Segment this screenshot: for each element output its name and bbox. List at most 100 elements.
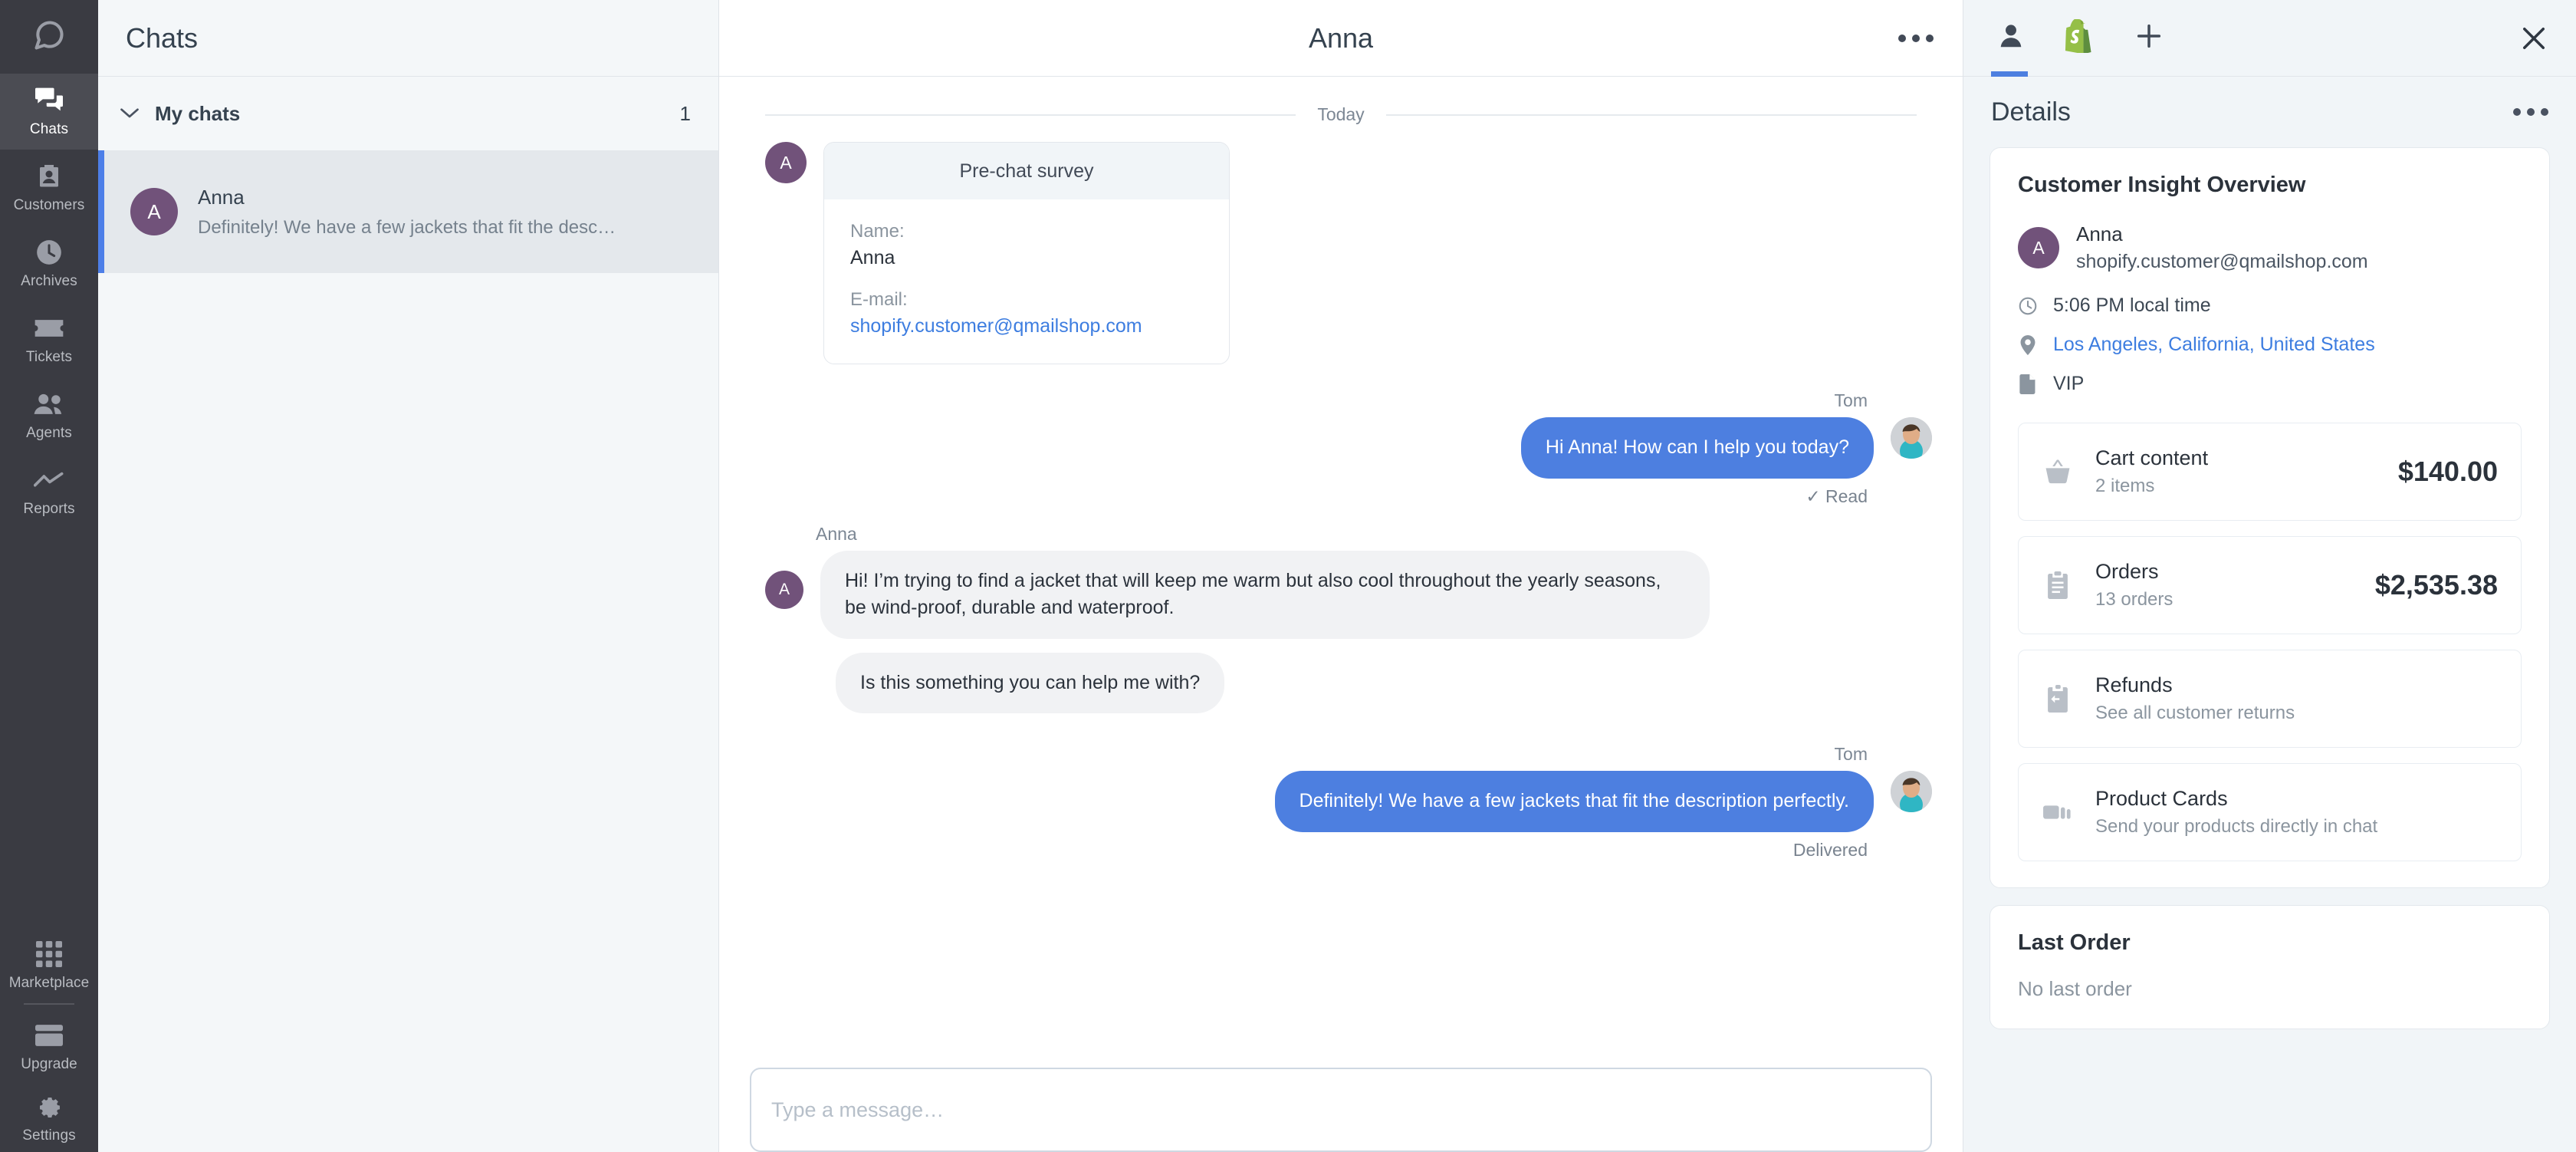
tile-text: Cart content 2 items <box>2095 446 2377 497</box>
sidebar-item-tickets[interactable]: Tickets <box>0 301 98 377</box>
sidebar-item-marketplace[interactable]: Marketplace <box>0 928 98 1002</box>
customer-insight-card: Customer Insight Overview A Anna shopify… <box>1990 147 2550 888</box>
location-row: Los Angeles, California, United States <box>2018 334 2522 356</box>
card-icon <box>35 1020 63 1051</box>
location-pin-icon <box>2018 334 2038 355</box>
sidebar-item-chats[interactable]: Chats <box>0 74 98 150</box>
chevron-down-icon[interactable] <box>120 108 140 119</box>
message-sender: Tom <box>1834 390 1868 410</box>
plus-icon <box>2134 21 2164 55</box>
tile-value: $2,535.38 <box>2374 569 2498 601</box>
customers-icon <box>34 161 64 192</box>
ticket-icon <box>34 313 64 344</box>
gear-icon <box>35 1091 63 1122</box>
chat-section-count: 1 <box>679 101 691 125</box>
clipboard-icon <box>2042 571 2074 599</box>
tag-row: VIP <box>2018 373 2522 395</box>
last-order-body-wrap: Last Order No last order <box>1990 906 2549 1029</box>
message-group-out-2: Tom Definitely! We have a few jackets th… <box>750 744 1932 861</box>
customer-name: Anna <box>2076 222 2123 245</box>
sidebar-item-label: Archives <box>21 273 77 289</box>
chat-section-header[interactable]: My chats 1 <box>98 77 718 150</box>
list-item[interactable]: A Anna Definitely! We have a few jackets… <box>98 150 718 273</box>
chat-row-name: Anna <box>198 185 245 209</box>
avatar: A <box>765 142 807 183</box>
tab-add-integration[interactable] <box>2128 0 2170 77</box>
day-divider: Today <box>765 104 1917 125</box>
message-receipt: ✓ Read <box>1806 485 1868 506</box>
avatar: A <box>765 570 803 609</box>
divider-line <box>765 114 1296 116</box>
avatar <box>1891 771 1932 812</box>
tab-customer-details[interactable] <box>1990 0 2032 77</box>
close-icon[interactable] <box>2518 22 2550 54</box>
sidebar-item-upgrade[interactable]: Upgrade <box>0 1009 98 1083</box>
local-time-value: 5:06 PM local time <box>2053 295 2211 316</box>
cards-icon <box>2042 801 2074 824</box>
customer-email: shopify.customer@qmailshop.com <box>2076 251 2368 272</box>
app-logo[interactable] <box>0 0 98 74</box>
more-horizontal-icon[interactable] <box>2513 108 2548 116</box>
message-group-out-1: Tom Hi Anna! How can I help you today? ✓… <box>750 390 1932 507</box>
message-input[interactable] <box>771 1098 1911 1122</box>
message-bubble: Definitely! We have a few jackets that f… <box>1274 771 1874 832</box>
sidebar-item-label: Agents <box>26 425 72 441</box>
message-receipt: Delivered <box>1792 839 1868 860</box>
message-row-survey: A Pre-chat survey Name: Anna E-mail: sho… <box>765 142 1932 364</box>
message-row: A Hi! I’m trying to find a jacket that w… <box>765 550 1932 639</box>
chats-icon <box>34 85 64 116</box>
tag-value: VIP <box>2053 373 2085 394</box>
sidebar-item-label: Customers <box>13 197 85 213</box>
nav-item-list: Chats Customers Archives Tickets Agents … <box>0 74 98 529</box>
message-bubble: Hi! I’m trying to find a jacket that wil… <box>820 550 1710 639</box>
tile-product-cards[interactable]: Product Cards Send your products directl… <box>2018 763 2522 861</box>
clock-icon <box>34 237 64 268</box>
sidebar-item-label: Settings <box>22 1127 76 1144</box>
message-row: Is this something you can help me with? <box>836 652 1932 713</box>
message-sender: Anna <box>816 523 857 544</box>
page-title: Chats <box>126 21 199 54</box>
app-root: Chats Customers Archives Tickets Agents … <box>0 0 2576 1152</box>
agents-icon <box>33 389 65 420</box>
tile-sub: 13 orders <box>2095 589 2174 610</box>
sidebar-item-label: Tickets <box>25 349 73 365</box>
conversation-title: Anna <box>1308 21 1374 54</box>
card-title: Last Order <box>2018 930 2131 955</box>
tile-sub: See all customer returns <box>2095 703 2295 723</box>
avatar: A <box>130 188 178 235</box>
tab-shopify[interactable] <box>2058 0 2101 77</box>
location-value[interactable]: Los Angeles, California, United States <box>2053 334 2375 356</box>
sidebar-item-reports[interactable]: Reports <box>0 453 98 529</box>
sidebar-item-settings[interactable]: Settings <box>0 1083 98 1152</box>
customer-insight-body: Customer Insight Overview A Anna shopify… <box>1990 148 2549 423</box>
survey-email-value[interactable]: shopify.customer@qmailshop.com <box>850 315 1203 337</box>
message-sender: Tom <box>1834 744 1868 764</box>
more-horizontal-icon[interactable] <box>1898 34 1934 42</box>
survey-name-label: Name: <box>850 221 905 242</box>
customer-identity-text: Anna shopify.customer@qmailshop.com <box>2076 222 2368 273</box>
survey-name-value: Anna <box>850 247 895 268</box>
chat-row-meta: Anna Definitely! We have a few jackets t… <box>198 186 691 239</box>
avatar: A <box>2018 227 2059 268</box>
details-header: Details <box>1963 77 2576 147</box>
customer-tiles: Cart content 2 items $140.00 Orders 13 o… <box>1990 423 2549 887</box>
sidebar-item-label: Marketplace <box>8 974 90 991</box>
sidebar-item-agents[interactable]: Agents <box>0 377 98 453</box>
clock-icon <box>2018 296 2038 316</box>
tile-refunds[interactable]: Refunds See all customer returns <box>2018 650 2522 748</box>
details-panel: Details Customer Insight Overview A Anna… <box>1963 0 2576 1152</box>
details-title: Details <box>1991 97 2071 127</box>
message-group-in: Anna A Hi! I’m trying to find a jacket t… <box>750 523 1932 713</box>
composer-box[interactable] <box>750 1068 1932 1152</box>
customer-identity: A Anna shopify.customer@qmailshop.com <box>2018 222 2522 273</box>
document-icon <box>2018 374 2038 394</box>
sidebar-item-customers[interactable]: Customers <box>0 150 98 225</box>
tile-orders[interactable]: Orders 13 orders $2,535.38 <box>2018 536 2522 634</box>
person-icon <box>1996 21 2026 54</box>
details-tab-bar <box>1963 0 2576 77</box>
grid-icon <box>36 939 62 969</box>
survey-body: Name: Anna E-mail: shopify.customer@qmai… <box>824 199 1229 364</box>
sidebar-item-archives[interactable]: Archives <box>0 225 98 301</box>
tile-cart-content[interactable]: Cart content 2 items $140.00 <box>2018 423 2522 521</box>
tile-text: Product Cards Send your products directl… <box>2095 787 2476 838</box>
